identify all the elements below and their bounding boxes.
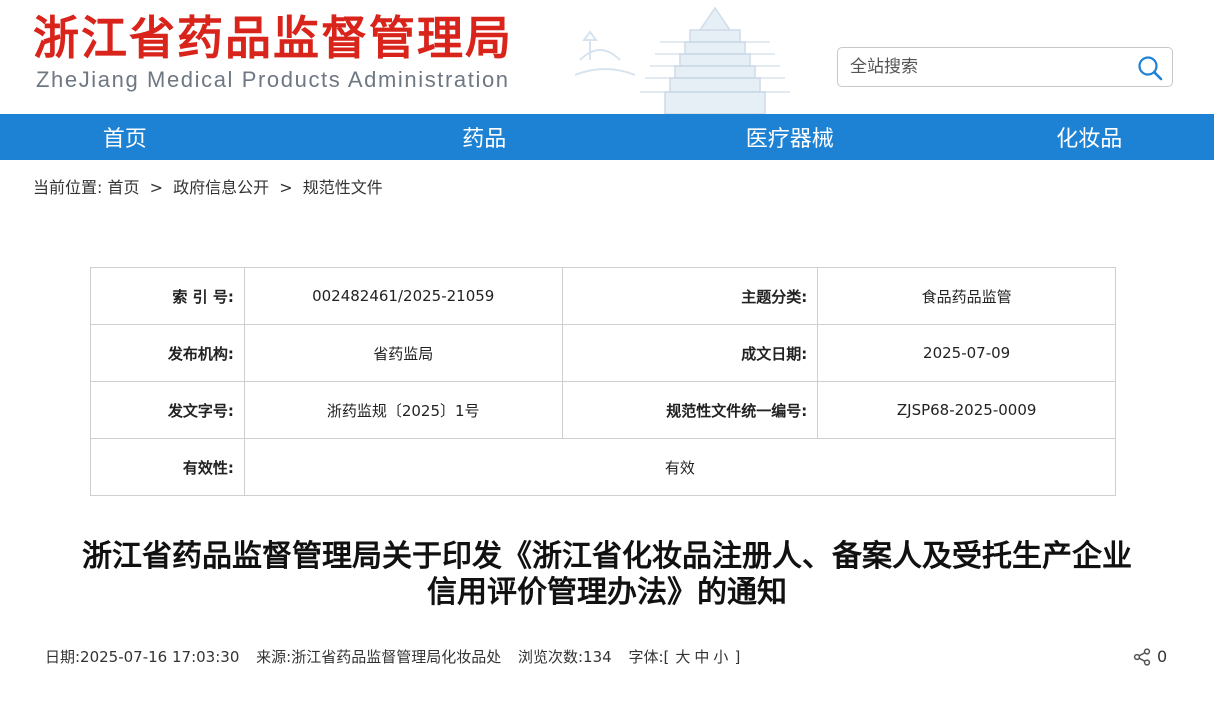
nav-item-drugs[interactable]: 药品 — [360, 114, 666, 160]
date-value: 2025-07-09 — [817, 324, 1116, 382]
docno-label: 发文字号: — [90, 381, 245, 439]
site-subtitle: ZheJiang Medical Products Administration — [36, 67, 510, 92]
date-label: 成文日期: — [561, 324, 819, 382]
share-icon — [1133, 648, 1151, 666]
breadcrumb-normative-docs[interactable]: 规范性文件 — [303, 178, 383, 197]
validity-value: 有效 — [243, 438, 1117, 496]
search-box — [837, 47, 1173, 87]
code-label: 规范性文件统一编号: — [561, 381, 819, 439]
breadcrumb-gov-info[interactable]: 政府信息公开 — [173, 178, 269, 197]
topic-value: 食品药品监管 — [817, 267, 1116, 325]
index-value: 002482461/2025-21059 — [243, 267, 563, 325]
search-icon[interactable] — [1136, 54, 1164, 82]
font-size-control: 字体:[ 大中小] — [628, 648, 740, 666]
breadcrumb-separator: > — [149, 178, 164, 197]
font-small-button[interactable]: 小 — [713, 648, 728, 666]
index-label: 索 引 号: — [90, 267, 245, 325]
main-nav: 首页 药品 医疗器械 化妆品 — [0, 114, 1214, 160]
search-input[interactable] — [850, 48, 1130, 86]
nav-item-cosmetics[interactable]: 化妆品 — [915, 114, 1214, 160]
site-title[interactable]: 浙江省药品监督管理局 — [33, 10, 513, 66]
publish-date: 日期:2025-07-16 17:03:30 — [45, 648, 240, 666]
font-large-button[interactable]: 大 — [675, 648, 690, 666]
site-header: 浙江省药品监督管理局 ZheJiang Medical Products Adm… — [0, 0, 1214, 114]
article-meta: 日期:2025-07-16 17:03:30 来源:浙江省药品监督管理局化妆品处… — [45, 646, 752, 668]
breadcrumb: 当前位置: 首页 > 政府信息公开 > 规范性文件 — [33, 176, 383, 200]
topic-label: 主题分类: — [561, 267, 819, 325]
article-title: 浙江省药品监督管理局关于印发《浙江省化妆品注册人、备案人及受托生产企业 信用评价… — [30, 539, 1184, 611]
docno-value: 浙药监规〔2025〕1号 — [243, 381, 563, 439]
document-info-table: 索 引 号: 002482461/2025-21059 主题分类: 食品药品监管… — [90, 267, 1117, 496]
pagoda-illustration — [574, 6, 790, 114]
font-medium-button[interactable]: 中 — [694, 648, 709, 666]
nav-item-medical-devices[interactable]: 医疗器械 — [665, 114, 915, 160]
font-size-label: 字体: — [628, 648, 664, 666]
share-button[interactable]: 0 — [1133, 646, 1167, 668]
article-title-line2: 信用评价管理办法》的通知 — [427, 575, 787, 610]
code-value: ZJSP68-2025-0009 — [817, 381, 1116, 439]
validity-label: 有效性: — [90, 438, 245, 496]
table-row: 发布机构: 省药监局 成文日期: 2025-07-09 — [90, 324, 1116, 382]
font-bracket-open: [ — [663, 648, 670, 666]
share-count: 0 — [1157, 647, 1168, 666]
nav-item-home[interactable]: 首页 — [0, 114, 360, 160]
table-row: 索 引 号: 002482461/2025-21059 主题分类: 食品药品监管 — [90, 267, 1116, 325]
breadcrumb-prefix: 当前位置: — [33, 178, 103, 197]
issuer-value: 省药监局 — [243, 324, 563, 382]
article-title-line1: 浙江省药品监督管理局关于印发《浙江省化妆品注册人、备案人及受托生产企业 — [82, 539, 1132, 574]
issuer-label: 发布机构: — [90, 324, 245, 382]
table-row: 发文字号: 浙药监规〔2025〕1号 规范性文件统一编号: ZJSP68-202… — [90, 381, 1116, 439]
table-row: 有效性: 有效 — [90, 438, 1117, 496]
view-count: 浏览次数:134 — [518, 648, 612, 666]
article-source: 来源:浙江省药品监督管理局化妆品处 — [256, 648, 502, 666]
breadcrumb-separator: > — [279, 178, 293, 197]
breadcrumb-home[interactable]: 首页 — [108, 178, 140, 197]
font-bracket-close: ] — [734, 648, 741, 666]
